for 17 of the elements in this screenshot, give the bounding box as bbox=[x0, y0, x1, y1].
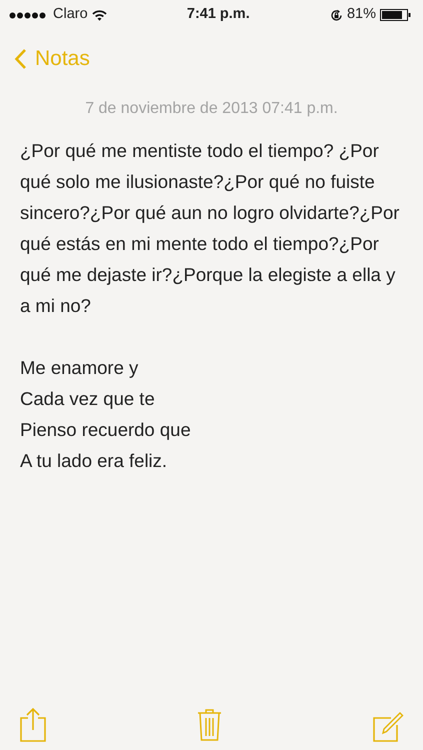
clock-time: 7:41 p.m. bbox=[186, 5, 250, 24]
wifi-icon bbox=[92, 10, 107, 20]
note-paragraph: ¿Por qué me mentiste todo el tiempo? ¿Por qué solo me ilusionaste?¿Por qué no fuiste sincero?¿Por qué aun no logro olvidarte?¿Por qué estás en mi mente todo el tiempo?¿Por qué me dejaste ir?¿Porque la elegiste a ella y a mi no? bbox=[20, 139, 400, 318]
chevron-icon bbox=[14, 48, 27, 70]
note-line: Pienso recuerdo que bbox=[20, 418, 192, 442]
note-line: Me enamore y bbox=[20, 356, 140, 380]
battery-percent: 81% bbox=[346, 5, 376, 24]
note-date: 7 de noviembre de 2013 07:41 p.m. bbox=[85, 100, 338, 117]
back-button[interactable]: Notas bbox=[14, 42, 90, 74]
trash-icon[interactable] bbox=[197, 708, 222, 742]
compose-icon[interactable] bbox=[373, 710, 405, 742]
carrier-name: Claro bbox=[53, 5, 88, 24]
note-line: Cada vez que te bbox=[20, 387, 156, 411]
battery-icon bbox=[380, 9, 411, 21]
rotation-lock-icon bbox=[330, 8, 343, 22]
note-line: A tu lado era feliz. bbox=[20, 449, 168, 473]
share-icon[interactable] bbox=[20, 707, 46, 742]
